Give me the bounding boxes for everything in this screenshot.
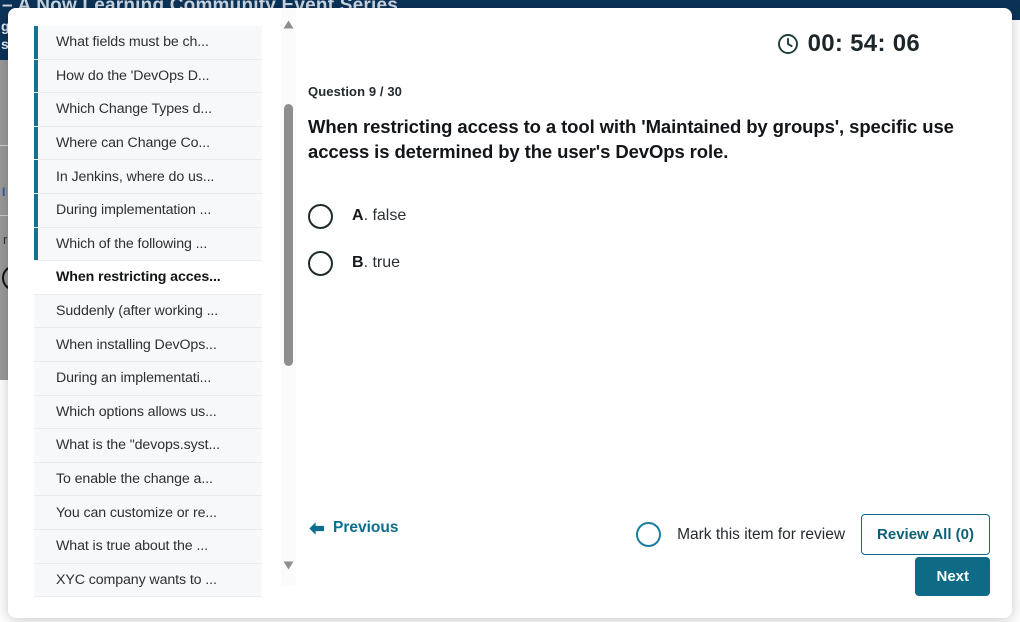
answer-option-label: B. true [352, 254, 400, 272]
review-all-button[interactable]: Review All (0) [861, 514, 990, 555]
question-list-item-label: Which options allows us... [56, 403, 217, 420]
previous-question-link[interactable]: Previous [308, 511, 398, 537]
answered-indicator-bar [34, 396, 38, 429]
answered-indicator-bar [34, 295, 38, 328]
question-list-item-label: During implementation ... [56, 202, 212, 219]
exam-question-modal: What fields must be ch... How do the 'Dev… [8, 8, 1012, 618]
answer-option-letter: B [352, 254, 364, 272]
question-list-item[interactable]: You can customize or re... [34, 496, 262, 530]
answered-indicator-bar [34, 328, 38, 361]
answered-indicator-bar [34, 564, 38, 597]
question-list-item[interactable]: XYC company wants to ... [34, 563, 262, 598]
answered-indicator-bar [34, 463, 38, 496]
question-list-item[interactable]: Which Change Types d... [34, 93, 262, 127]
answer-option-text: false [372, 207, 407, 225]
answer-option-label: A. false [352, 207, 406, 225]
answered-indicator-bar [34, 160, 38, 193]
question-list-item-label: During an implementati... [56, 370, 212, 387]
question-list-item[interactable]: To enable the change a... [34, 462, 262, 497]
question-list-item-label: Suddenly (after working ... [56, 303, 219, 320]
answer-option-radio[interactable] [308, 250, 333, 276]
answer-option[interactable]: B. true [308, 240, 990, 287]
answered-indicator-bar [34, 93, 38, 126]
answered-indicator-bar [34, 193, 38, 227]
question-list-item[interactable]: Where can Change Co... [34, 126, 262, 161]
question-list-item-label: What is true about the ... [56, 538, 208, 555]
answer-option-radio[interactable] [308, 203, 333, 229]
question-list-item-label: Which Change Types d... [56, 101, 212, 118]
question-list-item[interactable]: When installing DevOps... [34, 328, 262, 362]
answered-indicator-bar [34, 126, 38, 160]
question-list-item[interactable]: During implementation ... [34, 193, 262, 228]
question-list-item[interactable]: Which of the following ... [34, 227, 262, 262]
answered-indicator-bar [34, 227, 38, 261]
question-list-item[interactable]: What fields must be ch... [34, 26, 262, 60]
question-list-item[interactable]: What is true about the ... [34, 529, 262, 564]
question-list-item-label: How do the 'DevOps D... [56, 67, 210, 84]
answer-option[interactable]: A. false [308, 193, 990, 240]
question-list-item-label: To enable the change a... [56, 471, 213, 488]
question-list[interactable]: What fields must be ch... How do the 'Dev… [34, 26, 262, 604]
question-text: When restricting access to a tool with '… [308, 116, 954, 162]
review-controls: Mark this item for review Review All (0) [636, 511, 990, 555]
answer-options: A. false B. true [308, 193, 990, 287]
timer-value: 00: 54: 06 [807, 30, 920, 57]
question-list-item-label: What is the "devops.syst... [56, 437, 220, 454]
question-list-item-label: Where can Change Co... [56, 135, 210, 152]
question-list-item-label: XYC company wants to ... [56, 571, 217, 588]
question-footer: Previous Mark this item for review Revie… [308, 511, 990, 596]
question-list-item[interactable]: What is the "devops.syst... [34, 429, 262, 463]
question-counter: Question 9 / 30 [308, 84, 402, 99]
answered-indicator-bar [34, 26, 38, 59]
mark-for-review-radio[interactable] [636, 522, 662, 547]
previous-label: Previous [333, 519, 399, 536]
footer-controls-row: Previous Mark this item for review Revie… [308, 511, 990, 555]
answer-option-text: true [372, 254, 401, 272]
next-question-button[interactable]: Next [915, 557, 990, 596]
question-list-item[interactable]: Suddenly (after working ... [34, 294, 262, 329]
question-list-item-label: When restricting acces... [56, 269, 221, 286]
question-main-panel: 00: 54: 06 Question 9 / 30 When restrict… [280, 8, 1012, 618]
answered-indicator-bar [34, 59, 38, 93]
question-navigator-sidebar: What fields must be ch... How do the 'Dev… [8, 8, 296, 618]
question-list-item[interactable]: Which options allows us... [34, 395, 262, 430]
question-list-item[interactable]: In Jenkins, where do us... [34, 160, 262, 194]
question-list-item-label: Which of the following ... [56, 235, 208, 252]
answered-indicator-bar [34, 429, 38, 462]
question-list-item[interactable]: During an implementati... [34, 361, 262, 396]
answered-indicator-bar [34, 496, 38, 529]
arrow-left-icon [308, 521, 325, 536]
next-button-row: Next [308, 557, 990, 596]
question-list-item-label: What fields must be ch... [56, 34, 209, 51]
answered-indicator-bar [34, 261, 38, 294]
answered-indicator-bar [34, 362, 38, 395]
question-list-item[interactable]: How do the 'DevOps D... [34, 59, 262, 94]
question-list-item-label: You can customize or re... [56, 504, 217, 521]
question-list-item-label: In Jenkins, where do us... [56, 168, 215, 185]
answered-indicator-bar [34, 530, 38, 563]
question-list-item-label: When installing DevOps... [56, 336, 217, 353]
background-link-fragment: I [2, 185, 6, 199]
question-list-item[interactable]: When restricting acces... [34, 261, 262, 295]
exam-timer: 00: 54: 06 [308, 26, 990, 62]
answer-option-letter: A [352, 207, 364, 225]
mark-for-review-label: Mark this item for review [677, 525, 846, 543]
clock-icon [777, 33, 799, 55]
background-text-fragment-3: r [3, 232, 8, 247]
